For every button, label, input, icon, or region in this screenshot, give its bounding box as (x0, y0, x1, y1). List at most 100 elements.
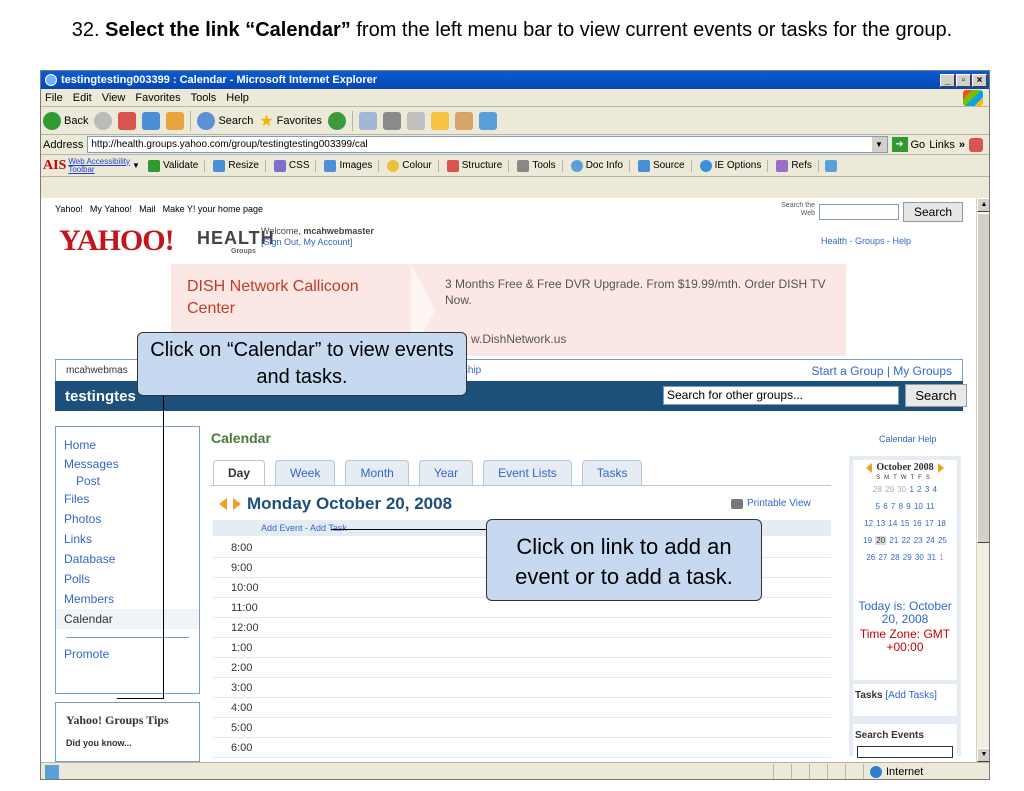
mini-calendar-day[interactable]: 30 (915, 553, 924, 562)
mini-calendar-day[interactable]: 3 (925, 485, 929, 494)
tab-year[interactable]: Year (418, 460, 474, 486)
group-search-button[interactable]: Search (905, 384, 967, 407)
mini-calendar-day[interactable]: 1 (909, 485, 913, 494)
ais-images[interactable]: Images (322, 159, 380, 172)
start-my-groups-links[interactable]: Start a Group | My Groups (811, 364, 952, 378)
mini-calendar-day[interactable]: 23 (914, 536, 923, 545)
mini-calendar-day[interactable]: 19 (863, 536, 872, 545)
signout-link[interactable]: [Sign Out, My Account] (261, 237, 353, 247)
hour-row[interactable]: 5:00 (213, 718, 831, 738)
mini-calendar-day[interactable]: 29 (885, 485, 894, 494)
sidebar-item-promote[interactable]: Promote (56, 644, 199, 664)
links-button[interactable]: Links (929, 139, 955, 151)
hour-row[interactable]: 3:00 (213, 678, 831, 698)
back-button[interactable]: Back (43, 111, 88, 130)
mini-calendar-day[interactable]: 26 (866, 553, 875, 562)
address-dropdown-icon[interactable]: ▼ (871, 137, 887, 152)
sidebar-item-members[interactable]: Members (56, 589, 199, 609)
next-day-icon[interactable] (233, 498, 241, 510)
hour-row[interactable]: 1:00 (213, 638, 831, 658)
sidebar-item-polls[interactable]: Polls (56, 569, 199, 589)
group-name[interactable]: testingtes (65, 388, 136, 405)
make-home-link[interactable]: Make Y! your home page (163, 204, 263, 214)
mini-calendar-day[interactable]: 22 (902, 536, 911, 545)
mini-calendar-day[interactable]: 17 (925, 519, 934, 528)
mini-calendar-day[interactable]: 16 (913, 519, 922, 528)
menu-favorites[interactable]: Favorites (135, 92, 180, 104)
mini-calendar-day[interactable]: 8 (899, 502, 903, 511)
health-groups-help-links[interactable]: Health - Groups - Help (821, 236, 911, 246)
mail-icon[interactable] (358, 111, 377, 130)
sidebar-item-database[interactable]: Database (56, 549, 199, 569)
address-field[interactable]: http://health.groups.yahoo.com/group/tes… (87, 136, 888, 153)
web-search-input[interactable] (819, 204, 899, 220)
yahoo-link[interactable]: Yahoo! (55, 204, 83, 214)
today-text[interactable]: Today is: October 20, 2008 (858, 599, 951, 626)
go-button[interactable]: ➜ Go (891, 137, 925, 152)
ad-url[interactable]: w.DishNetwork.us (471, 332, 566, 346)
mini-calendar-day[interactable]: 4 (933, 485, 937, 494)
mini-calendar-day[interactable]: 7 (891, 502, 895, 511)
ais-colour[interactable]: Colour (385, 159, 439, 172)
ais-source[interactable]: Source (636, 159, 692, 172)
favorites-button[interactable]: ★ Favorites (259, 111, 322, 131)
mini-calendar-day[interactable]: 1 (939, 553, 943, 562)
hour-row[interactable]: 11:00 (213, 598, 831, 618)
mini-calendar-day[interactable]: 12 (864, 519, 873, 528)
ais-docinfo[interactable]: Doc Info (569, 159, 630, 172)
mini-calendar-day[interactable]: 21 (889, 536, 898, 545)
mini-calendar-day[interactable]: 30 (897, 485, 906, 494)
chevron-right-icon[interactable]: » (959, 139, 965, 151)
prev-month-icon[interactable] (866, 462, 873, 473)
mini-calendar-day[interactable]: 24 (926, 536, 935, 545)
mail-link[interactable]: Mail (139, 204, 156, 214)
yahoo-logo[interactable]: YAHOO! (59, 224, 175, 258)
mini-calendar-day[interactable]: 18 (937, 519, 946, 528)
mini-calendar-day[interactable]: 28 (873, 485, 882, 494)
mini-calendar-day[interactable]: 13 (876, 519, 885, 528)
mini-calendar-day[interactable]: 15 (901, 519, 910, 528)
tab-tasks[interactable]: Tasks (581, 460, 643, 486)
menu-edit[interactable]: Edit (73, 92, 92, 104)
hour-row[interactable]: 2:00 (213, 658, 831, 678)
mini-calendar-day[interactable]: 27 (878, 553, 887, 562)
search-events-input[interactable] (857, 746, 953, 758)
hour-row[interactable]: 4:00 (213, 698, 831, 718)
mini-calendar-day[interactable]: 31 (927, 553, 936, 562)
sidebar-item-files[interactable]: Files (56, 489, 199, 509)
research-icon[interactable] (454, 111, 473, 130)
ad-title[interactable]: DISH Network Callicoon Center (187, 276, 407, 320)
print-icon[interactable] (382, 111, 401, 130)
sidebar-item-photos[interactable]: Photos (56, 509, 199, 529)
menu-view[interactable]: View (102, 92, 126, 104)
extension-icon[interactable] (969, 137, 983, 152)
search-button[interactable]: Search (197, 111, 253, 130)
group-search-input[interactable]: Search for other groups... (663, 386, 899, 405)
hour-row[interactable]: 12:00 (213, 618, 831, 638)
add-event-task-links[interactable]: Add Event - Add Task (261, 523, 347, 533)
refresh-icon[interactable] (142, 111, 161, 130)
maximize-button[interactable]: ▫ (956, 73, 971, 87)
menu-file[interactable]: File (45, 92, 63, 104)
messenger-icon[interactable] (478, 111, 497, 130)
my-yahoo-link[interactable]: My Yahoo! (90, 204, 132, 214)
close-button[interactable]: × (972, 73, 987, 87)
mini-calendar-day[interactable]: 11 (926, 502, 934, 511)
sidebar-item-links[interactable]: Links (56, 529, 199, 549)
mini-calendar-day[interactable]: 28 (891, 553, 900, 562)
printable-view-link[interactable]: Printable View (731, 498, 811, 509)
mini-calendar-day[interactable]: 2 (917, 485, 921, 494)
tab-month[interactable]: Month (345, 460, 409, 486)
ais-validate[interactable]: Validate (146, 159, 206, 172)
tab-week[interactable]: Week (275, 460, 336, 486)
mini-calendar-day[interactable]: 29 (903, 553, 912, 562)
minimize-button[interactable]: _ (940, 73, 955, 87)
mini-calendar-day[interactable]: 6 (883, 502, 887, 511)
mini-calendar-day[interactable]: 9 (906, 502, 910, 511)
ais-ieoptions[interactable]: IE Options (698, 159, 769, 172)
web-search-button[interactable]: Search (903, 202, 963, 222)
tab-event-lists[interactable]: Event Lists (483, 460, 572, 486)
ais-dropdown-icon[interactable]: ▼ (132, 161, 140, 170)
ais-structure[interactable]: Structure (445, 159, 510, 172)
ais-refs[interactable]: Refs (774, 159, 819, 172)
